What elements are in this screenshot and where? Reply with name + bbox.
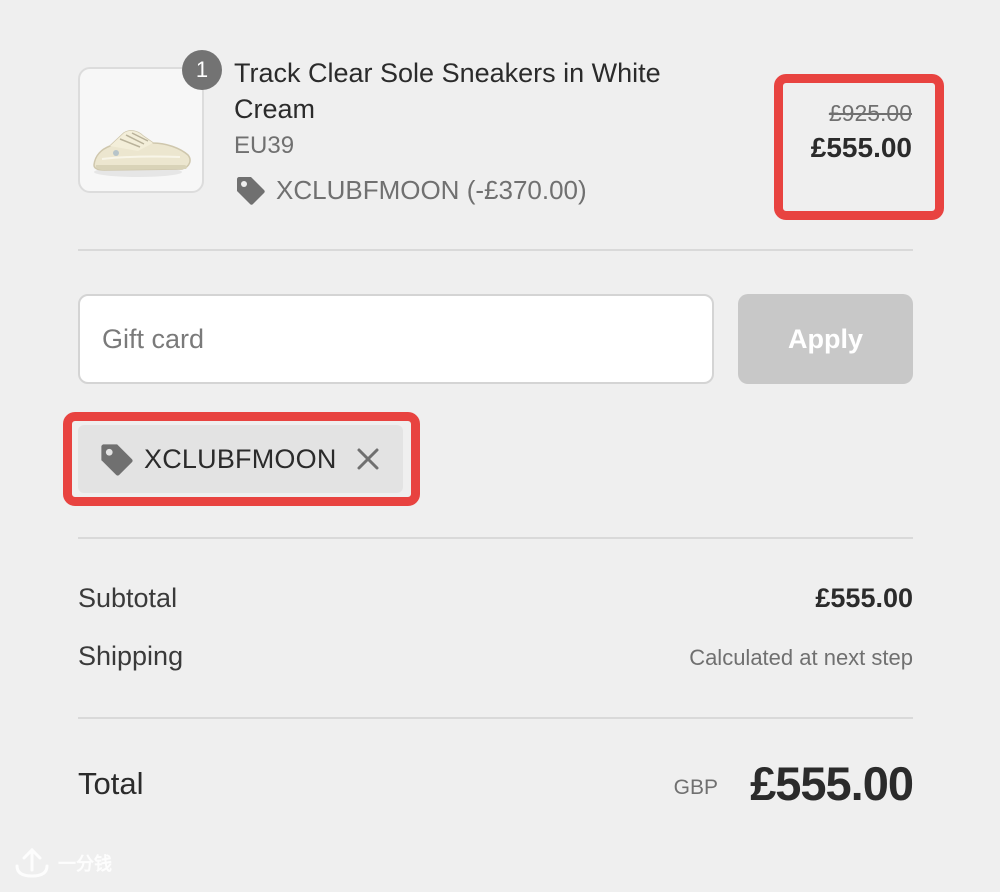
shipping-label: Shipping	[78, 641, 184, 671]
divider	[78, 249, 913, 251]
applied-discount-chip: XCLUBFMOON	[78, 425, 403, 493]
watermark-logo-icon	[15, 848, 49, 878]
applied-discount-code: XCLUBFMOON	[144, 443, 337, 474]
quantity-badge: 1	[182, 50, 222, 90]
watermark: 一分钱	[14, 848, 112, 878]
product-discount: XCLUBFMOON (-£370.00)	[234, 172, 587, 208]
product-title: Track Clear Sole Sneakers in White Cream	[234, 58, 661, 124]
product-thumbnail	[78, 67, 204, 193]
sneaker-image	[93, 130, 191, 177]
product-variant: EU39	[234, 132, 295, 159]
discount-amount: (-£370.00)	[466, 174, 587, 205]
total-value: £555.00	[750, 757, 914, 810]
divider	[78, 717, 913, 719]
divider	[78, 537, 913, 539]
gift-card-input[interactable]	[78, 294, 714, 384]
watermark-text: 一分钱	[58, 854, 112, 874]
original-price: £925.00	[828, 100, 912, 126]
discount-code-label: XCLUBFMOON	[276, 174, 460, 205]
shipping-value: Calculated at next step	[689, 645, 913, 670]
apply-button[interactable]: Apply	[738, 294, 913, 384]
subtotal-label: Subtotal	[78, 583, 178, 613]
total-currency: GBP	[673, 776, 718, 799]
tag-icon	[234, 174, 266, 206]
subtotal-value: £555.00	[815, 583, 913, 613]
close-icon[interactable]	[353, 444, 383, 474]
total-label: Total	[78, 766, 144, 801]
tag-icon	[98, 441, 134, 477]
current-price: £555.00	[810, 132, 912, 163]
